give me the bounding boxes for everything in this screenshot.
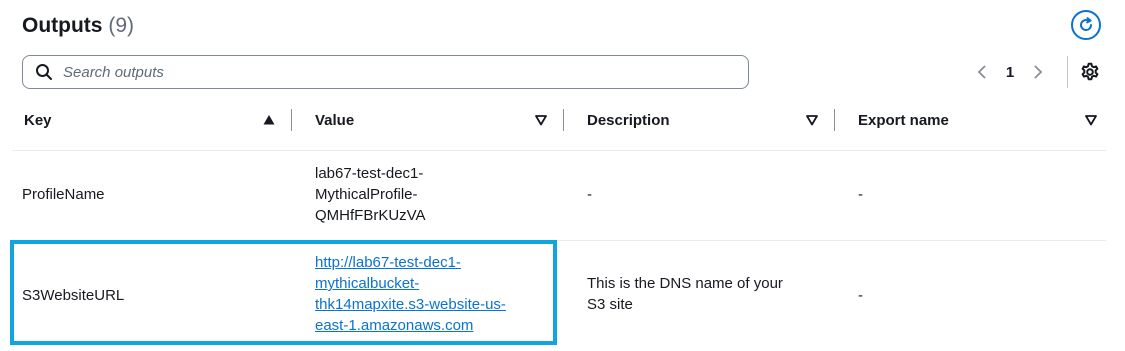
next-page-button[interactable] <box>1028 64 1048 80</box>
link-line[interactable]: thk14mapxite.s3-website-us- <box>315 296 506 313</box>
column-divider[interactable] <box>834 109 835 131</box>
chevron-right-icon <box>1034 65 1043 79</box>
row-divider <box>12 150 1106 151</box>
column-header-value[interactable]: Value <box>315 104 354 136</box>
sort-ascending-icon[interactable] <box>263 114 275 126</box>
search-box[interactable] <box>22 55 749 89</box>
link-line[interactable]: east-1.amazonaws.com <box>315 317 473 334</box>
cell-key: ProfileName <box>22 186 105 203</box>
gear-icon <box>1081 62 1099 81</box>
pager-divider <box>1067 56 1068 88</box>
cell-description: This is the DNS name of your S3 site <box>587 273 783 315</box>
page-number-button[interactable]: 1 <box>992 64 1028 81</box>
value-line: lab67-test-dec1- <box>315 165 424 182</box>
column-header-export-name[interactable]: Export name <box>858 104 949 136</box>
refresh-icon <box>1080 17 1093 31</box>
column-divider[interactable] <box>291 109 292 131</box>
description-line: This is the DNS name of your <box>587 275 783 292</box>
link-line[interactable]: mythicalbucket- <box>315 275 419 292</box>
title-count: (9) <box>108 14 134 37</box>
website-url-link[interactable]: http://lab67-test-dec1- mythicalbucket- … <box>315 254 506 334</box>
refresh-button[interactable] <box>1071 10 1101 40</box>
previous-page-button[interactable] <box>972 64 992 80</box>
sort-icon[interactable] <box>535 114 547 126</box>
page-title: Outputs (9) <box>22 14 134 38</box>
cell-description: - <box>587 186 592 203</box>
chevron-left-icon <box>977 65 986 79</box>
row-divider <box>12 240 1106 241</box>
column-divider[interactable] <box>563 109 564 131</box>
table-header: Key Value Description Export name <box>0 104 1125 136</box>
sort-icon[interactable] <box>806 114 818 126</box>
column-header-description[interactable]: Description <box>587 104 670 136</box>
search-input[interactable] <box>61 62 715 82</box>
pagination: 1 <box>972 60 1048 84</box>
cell-export-name: - <box>858 287 863 304</box>
cell-key: S3WebsiteURL <box>22 287 125 304</box>
title-label: Outputs <box>22 14 103 37</box>
description-line: S3 site <box>587 296 633 313</box>
sort-icon[interactable] <box>1085 114 1097 126</box>
column-header-key[interactable]: Key <box>24 104 52 136</box>
value-line: QMHfFBrKUzVA <box>315 207 426 224</box>
search-icon <box>36 64 52 80</box>
cell-value: http://lab67-test-dec1- mythicalbucket- … <box>315 252 506 336</box>
cell-value: lab67-test-dec1- MythicalProfile- QMHfFB… <box>315 163 426 226</box>
link-line[interactable]: http://lab67-test-dec1- <box>315 254 461 271</box>
preferences-button[interactable] <box>1080 62 1100 87</box>
value-line: MythicalProfile- <box>315 186 418 203</box>
cell-export-name: - <box>858 186 863 203</box>
